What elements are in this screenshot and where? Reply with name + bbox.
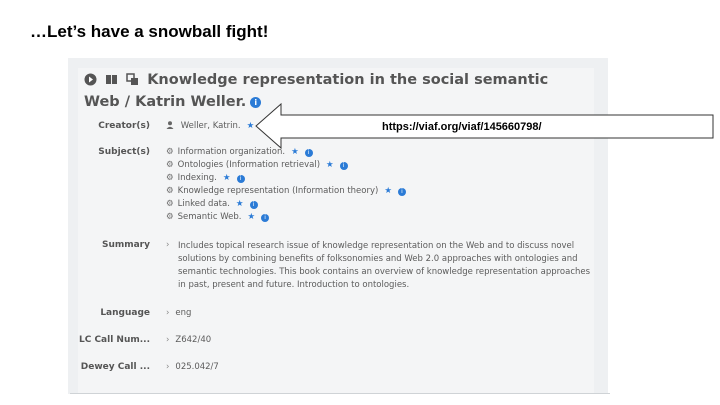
viaf-url[interactable]: https://viaf.org/viaf/145660798/ (382, 121, 542, 133)
callout-arrow (255, 102, 714, 150)
